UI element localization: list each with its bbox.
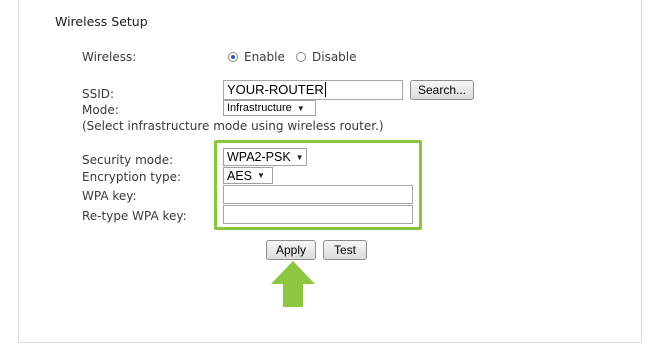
enable-radio[interactable] bbox=[228, 52, 238, 62]
up-arrow-icon bbox=[271, 261, 315, 307]
enable-radio-label[interactable]: Enable bbox=[244, 50, 285, 64]
search-button[interactable]: Search... bbox=[410, 80, 474, 100]
chevron-down-icon: ▼ bbox=[295, 152, 304, 162]
ssid-input[interactable]: YOUR-ROUTER bbox=[223, 80, 403, 100]
security-mode-select[interactable]: WPA2-PSK ▼ bbox=[223, 148, 307, 166]
wpa-key-label: WPA key: bbox=[82, 189, 137, 203]
security-mode-value: WPA2-PSK bbox=[227, 150, 291, 164]
mode-select[interactable]: Infrastructure ▼ bbox=[223, 100, 316, 116]
retype-wpa-key-input[interactable] bbox=[223, 205, 413, 224]
security-mode-label: Security mode: bbox=[82, 153, 174, 167]
disable-radio[interactable] bbox=[296, 52, 306, 62]
mode-hint: (Select infrastructure mode using wirele… bbox=[82, 119, 384, 133]
ssid-input-value: YOUR-ROUTER bbox=[227, 82, 324, 97]
wireless-label: Wireless: bbox=[82, 50, 137, 64]
mode-select-value: Infrastructure bbox=[227, 102, 292, 114]
apply-button[interactable]: Apply bbox=[266, 240, 316, 260]
encryption-type-select[interactable]: AES ▼ bbox=[223, 167, 273, 184]
ssid-label: SSID: bbox=[82, 87, 115, 101]
chevron-down-icon: ▼ bbox=[296, 103, 305, 113]
chevron-down-icon: ▼ bbox=[257, 171, 265, 180]
encryption-type-value: AES bbox=[227, 168, 253, 183]
section-title: Wireless Setup bbox=[55, 14, 148, 29]
disable-radio-label[interactable]: Disable bbox=[312, 50, 357, 64]
text-cursor bbox=[324, 82, 326, 97]
wpa-key-input[interactable] bbox=[223, 185, 413, 204]
mode-label: Mode: bbox=[82, 103, 119, 117]
retype-wpa-key-label: Re-type WPA key: bbox=[82, 209, 187, 223]
encryption-type-label: Encryption type: bbox=[82, 170, 182, 184]
test-button[interactable]: Test bbox=[323, 240, 367, 260]
